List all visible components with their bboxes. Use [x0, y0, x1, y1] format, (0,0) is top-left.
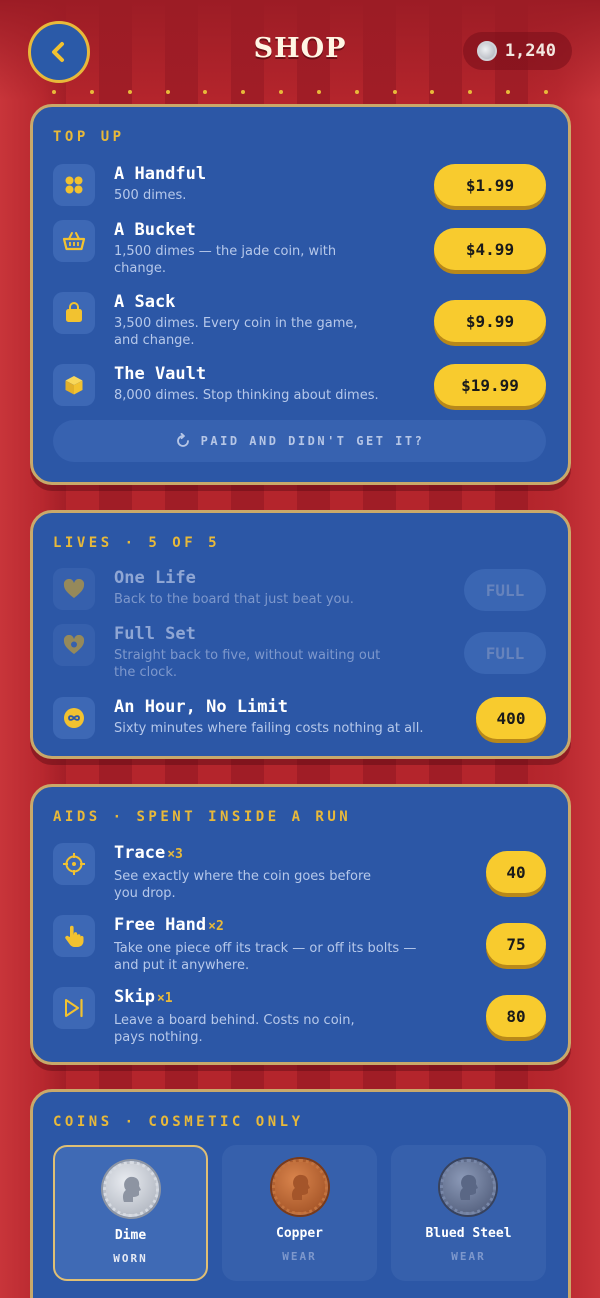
shop-header: SHOP 1,240 — [0, 0, 600, 100]
buy-hour-no-limit-button[interactable]: 400 — [476, 697, 546, 739]
restore-purchases-button[interactable]: PAID AND DIDN'T GET IT? — [53, 420, 546, 462]
list-item: An Hour, No Limit Sixty minutes where fa… — [53, 697, 546, 739]
list-item: Free Hand ×2 Take one piece off its track… — [53, 915, 546, 974]
item-desc: Straight back to five, without waiting o… — [114, 648, 381, 680]
lives-panel: LIVES · 5 OF 5 One Life Back to the boar… — [30, 510, 571, 759]
heart-ring-icon — [53, 624, 95, 666]
coin-state: WEAR — [451, 1250, 486, 1263]
list-item: A Sack 3,500 dimes. Every coin in the ga… — [53, 292, 546, 349]
buy-free-hand-button[interactable]: 75 — [486, 923, 546, 965]
coins-heading: COINS · COSMETIC ONLY — [53, 1114, 304, 1130]
dime-coin-icon — [476, 41, 497, 61]
buy-vault-button[interactable]: $19.99 — [434, 364, 546, 406]
list-item: One Life Back to the board that just bea… — [53, 568, 546, 611]
buy-trace-button[interactable]: 40 — [486, 851, 546, 893]
item-desc: Sixty minutes where failing costs nothin… — [114, 721, 424, 736]
coin-name: Copper — [276, 1226, 323, 1241]
skip-icon — [53, 987, 95, 1029]
dots-cluster-icon — [53, 164, 95, 206]
coins-panel: COINS · COSMETIC ONLY Dime WORN Copper W… — [30, 1089, 571, 1298]
item-multiplier: ×2 — [208, 919, 224, 934]
top-up-heading: TOP UP — [53, 129, 125, 145]
marquee-lights — [52, 90, 548, 96]
bag-icon — [53, 292, 95, 334]
basket-icon — [53, 220, 95, 262]
coin-card-copper[interactable]: Copper WEAR — [222, 1145, 377, 1281]
item-name: Trace — [114, 843, 166, 863]
coin-name: Blued Steel — [425, 1226, 512, 1241]
item-desc: Take one piece off its track — or off it… — [114, 941, 417, 973]
coin-name: Dime — [114, 1228, 147, 1243]
aids-heading: AIDS · SPENT INSIDE A RUN — [53, 809, 352, 825]
coin-card-blued-steel[interactable]: Blued Steel WEAR — [391, 1145, 546, 1281]
list-item: A Handful 500 dimes. $1.99 — [53, 164, 546, 206]
buy-one-life-button[interactable]: FULL — [464, 569, 546, 611]
item-desc: Leave a board behind. Costs no coin, pay… — [114, 1013, 355, 1045]
item-desc: 1,500 dimes — the jade coin, with change… — [114, 244, 337, 276]
hand-pointer-icon — [53, 915, 95, 957]
list-item: The Vault 8,000 dimes. Stop thinking abo… — [53, 364, 546, 406]
infinity-icon — [53, 697, 95, 739]
dime-coin-icon — [102, 1161, 159, 1217]
cube-icon — [53, 364, 95, 406]
item-multiplier: ×1 — [156, 991, 173, 1006]
item-desc: 8,000 dimes. Stop thinking about dimes. — [114, 388, 379, 403]
blued-steel-coin-icon — [440, 1159, 497, 1215]
buy-bucket-button[interactable]: $4.99 — [434, 228, 546, 270]
lives-heading: LIVES · 5 OF 5 — [53, 535, 221, 551]
balance-value: 1,240 — [504, 41, 556, 61]
buy-sack-button[interactable]: $9.99 — [434, 300, 546, 342]
restore-label: PAID AND DIDN'T GET IT? — [200, 434, 425, 448]
heart-icon — [53, 568, 95, 610]
copper-coin-icon — [271, 1159, 328, 1215]
aids-panel: AIDS · SPENT INSIDE A RUN Trace ×3 See ex… — [30, 784, 571, 1065]
buy-full-set-button[interactable]: FULL — [464, 632, 546, 674]
refresh-icon — [176, 433, 189, 447]
buy-skip-button[interactable]: 80 — [486, 995, 546, 1037]
coin-state: WEAR — [282, 1250, 317, 1263]
item-desc: 500 dimes. — [114, 188, 187, 203]
item-desc: See exactly where the coin goes before y… — [114, 869, 372, 901]
list-item: Full Set Straight back to five, without … — [53, 624, 546, 681]
item-desc: Back to the board that just beat you. — [114, 592, 354, 607]
list-item: Trace ×3 See exactly where the coin goes … — [53, 843, 546, 902]
coin-balance: 1,240 — [462, 32, 572, 70]
item-desc: 3,500 dimes. Every coin in the game, and… — [114, 316, 358, 348]
list-item: Skip ×1 Leave a board behind. Costs no co… — [53, 987, 546, 1046]
buy-handful-button[interactable]: $1.99 — [434, 164, 546, 206]
item-multiplier: ×3 — [167, 847, 183, 862]
item-name: Free Hand — [114, 915, 207, 935]
list-item: A Bucket 1,500 dimes — the jade coin, wi… — [53, 220, 546, 277]
coin-state: WORN — [113, 1252, 148, 1265]
coin-card-dime[interactable]: Dime WORN — [53, 1145, 209, 1281]
crosshair-icon — [53, 843, 95, 885]
item-name: Skip — [114, 987, 155, 1007]
top-up-panel: TOP UP A Handful 500 dimes. $1.99 A Buck… — [30, 104, 571, 485]
